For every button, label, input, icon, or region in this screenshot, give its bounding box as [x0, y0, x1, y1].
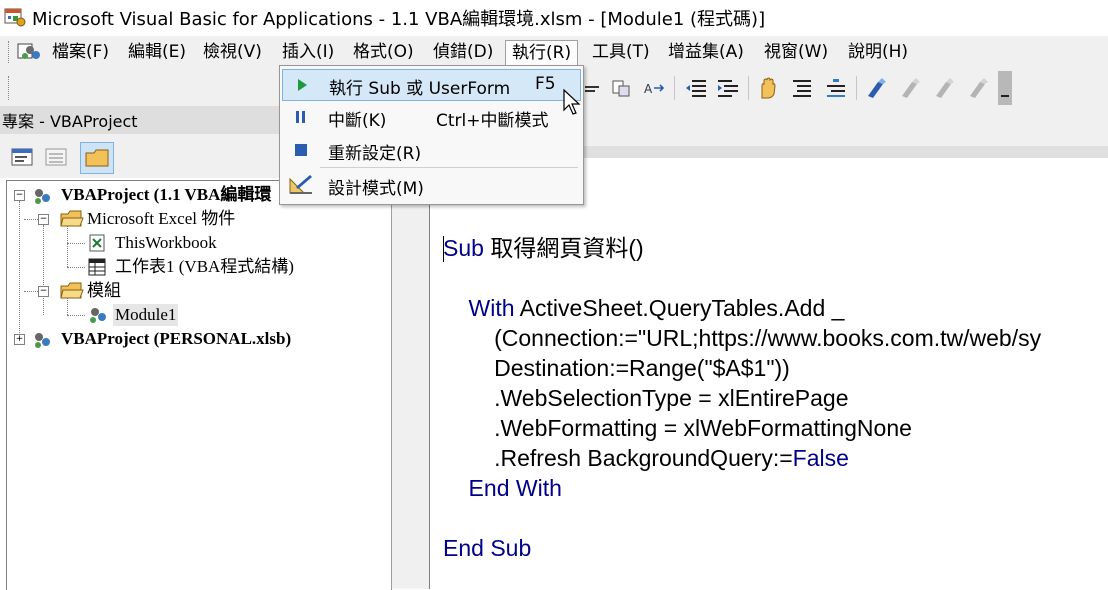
svg-text:A: A [644, 82, 653, 96]
pause-icon [296, 111, 305, 123]
tree-node-thisworkbook[interactable]: ThisWorkbook [115, 232, 217, 254]
code-line: .WebSelectionType = xlEntirePage [443, 385, 849, 411]
find-icon[interactable] [582, 76, 606, 100]
comment-block-icon[interactable] [790, 76, 814, 100]
menu-file[interactable]: 檔案(F) [52, 40, 109, 64]
vba-app-icon [4, 8, 26, 27]
replace-icon[interactable] [610, 76, 634, 100]
workbook-icon [89, 234, 105, 252]
menu-addins[interactable]: 增益集(A) [668, 40, 744, 64]
tree-connector [67, 267, 85, 268]
indent-icon[interactable] [716, 76, 740, 100]
tree-connector [19, 201, 20, 339]
menu-tools[interactable]: 工具(T) [592, 40, 650, 64]
tree-node-modules[interactable]: 模組 [87, 280, 121, 302]
code-line: End Sub [443, 535, 532, 561]
tree-node-personal[interactable]: VBAProject (PERSONAL.xlsb) [61, 328, 291, 350]
folder-open-icon [60, 210, 84, 227]
module-icon [90, 308, 106, 323]
project-tree: − VBAProject (1.1 VBA編輯環 − Microsoft Exc… [6, 180, 392, 590]
expand-toggle[interactable]: + [14, 334, 25, 345]
menu-insert[interactable]: 插入(I) [282, 40, 334, 64]
toolbar-separator [856, 76, 857, 100]
code-line: End With [443, 475, 562, 501]
view-code-icon[interactable] [10, 146, 34, 168]
project-panel-title: 專案 - VBAProject [2, 112, 138, 131]
toolbar-options-button[interactable] [998, 71, 1012, 105]
title-bar: Microsoft Visual Basic for Applications … [0, 0, 1108, 34]
tree-node-excel-objects[interactable]: Microsoft Excel 物件 [87, 208, 235, 230]
collapse-toggle[interactable]: − [38, 214, 49, 225]
code-line: Sub 取得網頁資料() [443, 235, 644, 261]
collapse-toggle[interactable]: − [14, 190, 25, 201]
play-icon [298, 79, 307, 91]
tree-node-module1[interactable]: Module1 [113, 304, 179, 326]
folder-icon [85, 149, 109, 167]
tree-node-vbaproject[interactable]: VBAProject (1.1 VBA編輯環 [61, 184, 271, 206]
toggle-breakpoint-icon[interactable] [756, 76, 780, 100]
tree-connector [67, 225, 68, 267]
menu-window[interactable]: 視窗(W) [764, 40, 828, 64]
code-editor[interactable]: Sub 取得網頁資料() With ActiveSheet.QueryTable… [431, 158, 1108, 589]
spelling-icon[interactable]: A [642, 76, 666, 100]
code-line: Destination:=Range("$A$1")) [443, 355, 790, 381]
vba-project-icon [35, 333, 50, 348]
window-title: Microsoft Visual Basic for Applications … [32, 9, 766, 30]
tree-connector [67, 315, 85, 316]
outdent-icon[interactable] [684, 76, 708, 100]
toolbar-grip[interactable] [8, 76, 12, 100]
code-line: (Connection:="URL;https://www.books.com.… [443, 325, 1042, 351]
tree-connector [67, 243, 85, 244]
vba-project-icon [35, 189, 50, 204]
menubar-grip[interactable] [8, 41, 12, 63]
view-object-icon[interactable] [44, 146, 68, 168]
menu-edit[interactable]: 編輯(E) [128, 40, 186, 64]
tree-connector [43, 225, 44, 315]
toolbar-separator [674, 76, 675, 100]
stop-icon [295, 144, 307, 156]
menu-bar: 檔案(F) 編輯(E) 檢視(V) 插入(I) 格式(O) 偵錯(D) 執行(R… [0, 36, 1108, 69]
menu-item-reset[interactable]: 重新設定(R) [282, 135, 579, 165]
menu-separator [320, 167, 578, 168]
collapse-toggle[interactable]: − [38, 286, 49, 297]
menu-item-break[interactable]: 中斷(K) Ctrl+中斷模式 [282, 102, 579, 132]
folder-open-icon [60, 282, 84, 299]
code-line: With ActiveSheet.QueryTables.Add _ [443, 295, 845, 321]
excel-view-icon[interactable] [16, 40, 42, 64]
menu-help[interactable]: 說明(H) [848, 40, 908, 64]
run-menu-dropdown: 執行 Sub 或 UserForm F5 中斷(K) Ctrl+中斷模式 重新設… [279, 65, 584, 205]
toggle-bookmark-icon[interactable] [864, 76, 888, 100]
mouse-pointer-icon [563, 88, 581, 115]
menu-view[interactable]: 檢視(V) [203, 40, 262, 64]
menu-item-run-sub[interactable]: 執行 Sub 或 UserForm F5 [282, 69, 581, 101]
menu-debug[interactable]: 偵錯(D) [433, 40, 493, 64]
previous-bookmark-icon[interactable] [932, 76, 956, 100]
toggle-folders-button[interactable] [80, 142, 114, 174]
menu-item-design-mode[interactable]: 設計模式(M) [282, 170, 579, 200]
next-bookmark-icon[interactable] [898, 76, 922, 100]
menu-format[interactable]: 格式(O) [353, 40, 414, 64]
toolbar-separator [748, 76, 749, 100]
code-margin-indicator-bar[interactable] [399, 158, 430, 589]
worksheet-icon [88, 258, 106, 276]
uncomment-block-icon[interactable] [824, 76, 848, 100]
code-line: .WebFormatting = xlWebFormattingNone [443, 415, 912, 441]
code-line: .Refresh BackgroundQuery:=False [443, 445, 849, 471]
clear-bookmarks-icon[interactable] [966, 76, 990, 100]
design-mode-icon [289, 175, 312, 194]
tree-node-sheet1[interactable]: 工作表1 (VBA程式結構) [115, 256, 294, 278]
